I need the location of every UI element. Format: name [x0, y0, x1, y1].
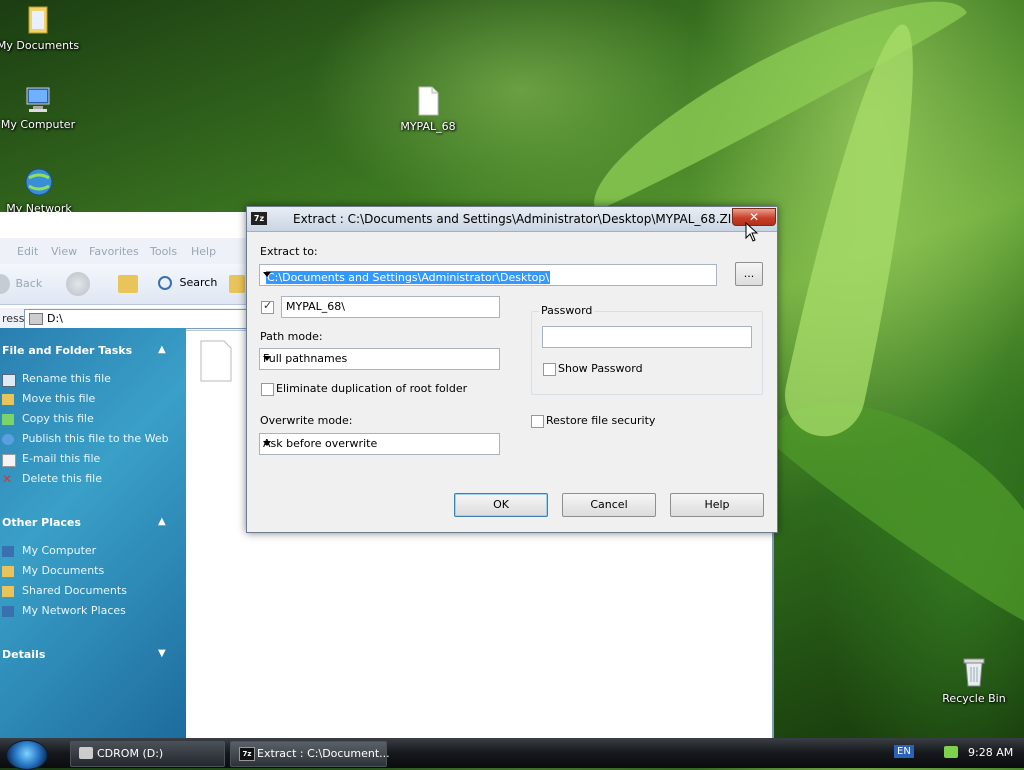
task-email[interactable]: E-mail this file [22, 452, 100, 465]
desktop-icon-my-network[interactable]: My Network [0, 166, 84, 215]
folders-icon[interactable] [229, 275, 245, 293]
search-button[interactable]: Search [158, 276, 217, 290]
publish-web-icon [2, 434, 14, 445]
desktop-icon-recycle-bin[interactable]: Recycle Bin [929, 656, 1019, 705]
collapse-chevron-icon[interactable]: ▲ [158, 344, 166, 355]
menu-edit[interactable]: Edit [17, 245, 38, 258]
language-indicator[interactable]: EN [894, 745, 914, 758]
forward-button[interactable] [66, 272, 90, 296]
desktop-icon-my-documents[interactable]: My Documents [0, 5, 83, 52]
search-icon [158, 276, 172, 290]
collapse-chevron-icon[interactable]: ▲ [158, 516, 166, 527]
chevron-down-icon[interactable] [263, 441, 271, 446]
place-shared-documents[interactable]: Shared Documents [22, 584, 127, 597]
file-icon [418, 86, 439, 116]
explorer-task-pane: File and Folder Tasks ▲ Rename this file… [0, 328, 186, 739]
place-network[interactable]: My Network Places [22, 604, 126, 617]
path-mode-select[interactable]: Full pathnames [259, 348, 500, 370]
password-label: Password [539, 304, 595, 317]
up-folder-icon[interactable] [118, 275, 138, 293]
overwrite-mode-select[interactable]: Ask before overwrite [259, 433, 500, 455]
desktop-icon-my-computer[interactable]: My Computer [0, 86, 83, 131]
delete-icon: ✕ [2, 472, 13, 486]
password-field[interactable] [542, 326, 752, 348]
folder-name-field[interactable]: MYPAL_68\ [281, 296, 500, 318]
network-tray-icon[interactable] [944, 746, 958, 758]
taskbar: CDROM (D:) 7z Extract : C:\Document... E… [0, 738, 1024, 770]
back-arrow-icon [0, 274, 10, 294]
rename-icon [2, 374, 16, 387]
chevron-down-icon[interactable] [263, 356, 271, 361]
computer-icon [26, 87, 50, 112]
browse-button[interactable]: ... [735, 262, 763, 286]
folder-icon [2, 566, 14, 577]
7zip-app-icon: 7z [239, 747, 255, 761]
show-password-checkbox[interactable] [543, 363, 556, 376]
restore-security-checkbox[interactable] [531, 415, 544, 428]
menu-tools[interactable]: Tools [150, 245, 177, 258]
overwrite-mode-label: Overwrite mode: [260, 414, 353, 427]
copy-icon [2, 414, 14, 425]
eliminate-duplication-checkbox[interactable] [261, 383, 274, 396]
task-delete[interactable]: Delete this file [22, 472, 102, 485]
file-folder-tasks-header[interactable]: File and Folder Tasks [2, 344, 132, 357]
desktop-icon-mypal-zip[interactable]: MYPAL_68 [383, 86, 473, 133]
back-button[interactable]: Back [0, 274, 42, 294]
network-globe-icon [25, 168, 53, 196]
expand-chevron-icon[interactable]: ▼ [158, 648, 166, 659]
details-header[interactable]: Details [2, 648, 45, 661]
place-my-computer[interactable]: My Computer [22, 544, 96, 557]
folder-icon [2, 586, 14, 597]
place-my-documents[interactable]: My Documents [22, 564, 104, 577]
taskbar-item-cdrom[interactable]: CDROM (D:) [70, 741, 225, 767]
move-icon [2, 394, 14, 405]
file-item-mypal[interactable] [200, 340, 232, 382]
extract-to-value: C:\Documents and Settings\Administrator\… [266, 271, 551, 284]
drive-icon [29, 313, 43, 325]
7zip-app-icon: 7z [251, 212, 267, 225]
task-rename[interactable]: Rename this file [22, 372, 111, 385]
menu-view[interactable]: View [51, 245, 77, 258]
other-places-header[interactable]: Other Places [2, 516, 81, 529]
task-copy[interactable]: Copy this file [22, 412, 94, 425]
mouse-cursor-icon [745, 222, 759, 242]
extract-to-combo[interactable]: C:\Documents and Settings\Administrator\… [259, 264, 717, 286]
taskbar-item-extract[interactable]: 7z Extract : C:\Document... [230, 741, 390, 767]
restore-security-label[interactable]: Restore file security [546, 414, 655, 427]
network-icon [2, 606, 14, 617]
menu-favorites[interactable]: Favorites [89, 245, 139, 258]
clock[interactable]: 9:28 AM [968, 746, 1013, 759]
extract-dialog[interactable]: 7z Extract : C:\Documents and Settings\A… [246, 206, 778, 533]
dialog-title: Extract : C:\Documents and Settings\Admi… [293, 212, 739, 226]
path-mode-label: Path mode: [260, 330, 323, 343]
help-button[interactable]: Help [670, 493, 764, 517]
email-icon [2, 454, 16, 467]
cancel-button[interactable]: Cancel [562, 493, 656, 517]
folder-name-checkbox[interactable] [261, 299, 274, 314]
computer-icon [2, 546, 14, 557]
show-password-label[interactable]: Show Password [558, 362, 643, 375]
task-move[interactable]: Move this file [22, 392, 95, 405]
recycle-bin-icon [963, 658, 985, 687]
dialog-titlebar[interactable]: 7z Extract : C:\Documents and Settings\A… [247, 207, 777, 232]
task-publish[interactable]: Publish this file to the Web [22, 432, 169, 445]
menu-help[interactable]: Help [191, 245, 216, 258]
drive-icon [79, 747, 93, 759]
start-orb-button[interactable] [6, 740, 48, 770]
eliminate-duplication-label[interactable]: Eliminate duplication of root folder [276, 382, 467, 395]
extract-to-label: Extract to: [260, 245, 318, 258]
ok-button[interactable]: OK [454, 493, 548, 517]
chevron-down-icon[interactable] [263, 272, 271, 277]
file-icon [200, 340, 232, 382]
password-group [531, 311, 763, 395]
folder-icon [28, 6, 48, 34]
